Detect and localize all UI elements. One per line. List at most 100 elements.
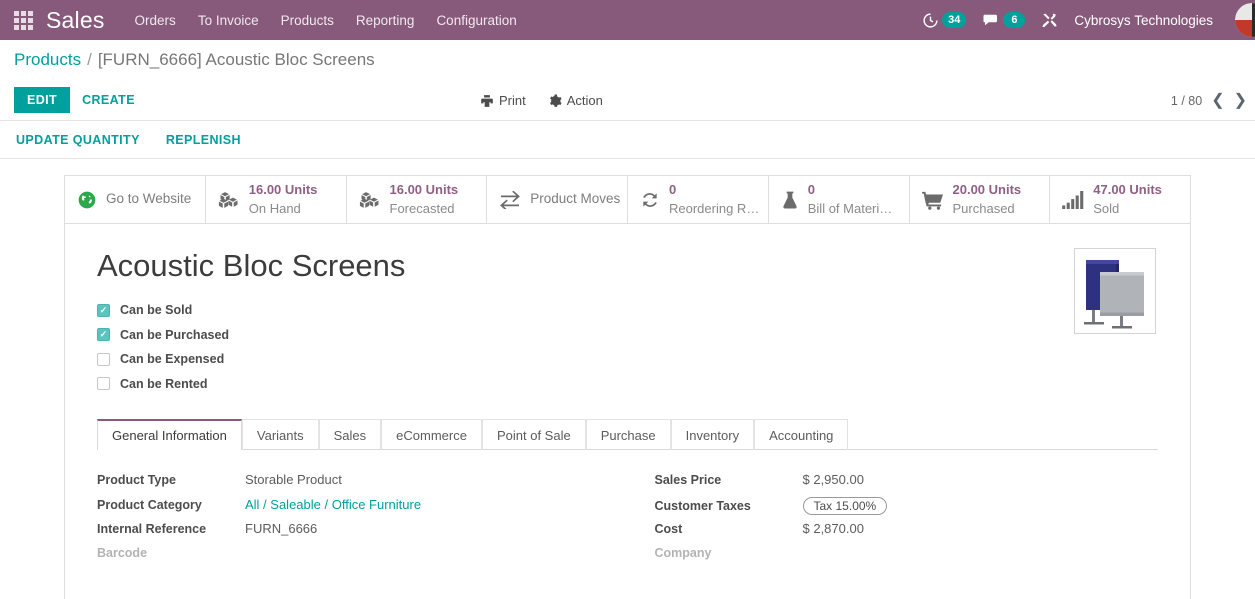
- breadcrumb-current: [FURN_6666] Acoustic Bloc Screens: [97, 49, 375, 69]
- product-flags: Can be Sold Can be Purchased Can be Expe…: [97, 298, 1158, 396]
- activities-menu[interactable]: 34: [922, 12, 967, 29]
- field-label: Internal Reference: [97, 522, 207, 537]
- smart-button-value: 0: [669, 181, 677, 197]
- form-column-left: Product Type Storable Product Product Ca…: [97, 472, 601, 570]
- tab-variants[interactable]: Variants: [241, 419, 319, 450]
- field-value[interactable]: Storable Product: [245, 472, 342, 487]
- can-be-expensed-checkbox[interactable]: [97, 352, 110, 366]
- checkbox-row-can-be-purchased[interactable]: Can be Purchased: [97, 323, 1158, 348]
- tab-ecommerce[interactable]: eCommerce: [381, 419, 482, 450]
- smart-button-label: Go to Website: [106, 191, 192, 207]
- breadcrumb-parent-link[interactable]: Products: [14, 50, 81, 70]
- field-value[interactable]: $ 2,870.00: [803, 521, 864, 536]
- pager-next-button[interactable]: ❯: [1234, 92, 1247, 109]
- top-navbar: Sales Orders To Invoice Products Reporti…: [0, 0, 1255, 40]
- user-avatar[interactable]: [1235, 3, 1255, 37]
- tab-accounting[interactable]: Accounting: [754, 419, 849, 450]
- update-quantity-button[interactable]: UPDATE QUANTITY: [14, 129, 142, 151]
- messages-menu[interactable]: 6: [982, 11, 1026, 29]
- field-value[interactable]: FURN_6666: [245, 521, 317, 536]
- print-menu[interactable]: Print: [480, 93, 526, 108]
- field-label: Product Category: [97, 497, 202, 512]
- pager-previous-button[interactable]: ❮: [1211, 92, 1224, 109]
- printer-icon: [481, 94, 493, 107]
- globe-icon: [77, 190, 97, 210]
- tax-badge[interactable]: Tax 15.00%: [802, 496, 888, 515]
- pager-text: 1 / 80: [1170, 93, 1203, 108]
- field-value-link[interactable]: All / Saleable / Office Furniture: [245, 497, 421, 512]
- smart-button-bill-of-materials[interactable]: 0 Bill of Materi…: [768, 176, 910, 223]
- debug-menu[interactable]: [1041, 12, 1058, 29]
- can-be-rented-checkbox[interactable]: [97, 377, 110, 391]
- field-label: Customer Taxes: [654, 498, 751, 513]
- main-menu: Orders To Invoice Products Reporting Con…: [135, 13, 517, 28]
- checkbox-row-can-be-rented[interactable]: Can be Rented: [97, 372, 1158, 397]
- smart-button-sold[interactable]: 47.00 Units Sold: [1050, 176, 1190, 223]
- breadcrumb: Products / [FURN_6666] Acoustic Bloc Scr…: [0, 40, 1255, 80]
- menu-item-orders[interactable]: Orders: [135, 13, 176, 28]
- field-internal-reference: Internal Reference FURN_6666: [97, 521, 601, 546]
- smart-button-value: 0: [807, 181, 815, 197]
- refresh-icon: [640, 190, 660, 210]
- chat-bubble-icon: [983, 14, 998, 26]
- smart-button-label: Product Moves: [530, 191, 621, 207]
- edit-button[interactable]: EDIT: [14, 87, 71, 113]
- smart-button-label: Bill of Materi…: [807, 200, 893, 216]
- tab-inventory[interactable]: Inventory: [670, 419, 755, 450]
- form-sheet: Go to Website 16.00 Units On Hand 16.00 …: [64, 175, 1191, 599]
- tab-purchase[interactable]: Purchase: [585, 419, 671, 450]
- app-brand-title[interactable]: Sales: [46, 7, 105, 34]
- can-be-purchased-checkbox[interactable]: [97, 328, 110, 342]
- smart-button-on-hand[interactable]: 16.00 Units On Hand: [205, 176, 347, 223]
- action-menu[interactable]: Action: [548, 93, 603, 108]
- checkbox-row-can-be-expensed[interactable]: Can be Expensed: [97, 347, 1158, 372]
- replenish-button[interactable]: REPLENISH: [164, 129, 243, 151]
- can-be-expensed-label: Can be Expensed: [120, 352, 225, 367]
- field-label: Sales Price: [654, 473, 722, 487]
- systray: 34 6 Cybrosys Technologies: [922, 0, 1255, 40]
- field-product-type: Product Type Storable Product: [97, 472, 601, 497]
- menu-item-to-invoice[interactable]: To Invoice: [198, 13, 259, 28]
- gear-icon: [549, 94, 562, 107]
- checkbox-row-can-be-sold[interactable]: Can be Sold: [97, 298, 1158, 323]
- field-barcode: Barcode: [97, 546, 601, 571]
- can-be-sold-checkbox[interactable]: [97, 303, 110, 317]
- create-button[interactable]: CREATE: [70, 87, 147, 113]
- tab-general-information[interactable]: General Information: [97, 419, 242, 450]
- tab-point-of-sale[interactable]: Point of Sale: [481, 419, 586, 450]
- smart-button-product-moves[interactable]: Product Moves: [487, 176, 628, 223]
- notebook-tabs: General Information Variants Sales eComm…: [97, 418, 1158, 450]
- smart-button-value: 47.00 Units: [1093, 181, 1162, 197]
- smart-button-forecasted[interactable]: 16.00 Units Forecasted: [346, 176, 488, 223]
- can-be-purchased-label: Can be Purchased: [120, 327, 230, 342]
- general-information-fields: Product Type Storable Product Product Ca…: [97, 450, 1158, 599]
- smart-button-label: Sold: [1093, 200, 1120, 216]
- exchange-arrows-icon: [499, 190, 521, 209]
- smart-button-purchased[interactable]: 20.00 Units Purchased: [909, 176, 1051, 223]
- smart-button-go-to-website[interactable]: Go to Website: [65, 176, 206, 223]
- control-panel: EDIT CREATE Print Action 1 / 80 ❮ ❯: [0, 80, 1255, 121]
- field-product-category: Product Category All / Saleable / Office…: [97, 497, 601, 522]
- record-action-bar: UPDATE QUANTITY REPLENISH: [0, 121, 1255, 159]
- product-image[interactable]: [1074, 248, 1156, 334]
- apps-grid-icon[interactable]: [0, 0, 46, 40]
- menu-item-configuration[interactable]: Configuration: [436, 13, 516, 28]
- can-be-rented-label: Can be Rented: [120, 376, 208, 391]
- activities-count: 34: [942, 12, 967, 28]
- field-label: Company: [654, 545, 712, 560]
- tab-sales[interactable]: Sales: [318, 419, 382, 450]
- control-panel-actions: Print Action: [480, 80, 603, 121]
- menu-item-reporting[interactable]: Reporting: [356, 13, 415, 28]
- field-label: Product Type: [97, 473, 176, 487]
- breadcrumb-separator: /: [87, 49, 92, 69]
- field-label: Cost: [654, 522, 683, 537]
- smart-button-reordering-rules[interactable]: 0 Reordering R…: [628, 176, 769, 223]
- menu-item-products[interactable]: Products: [281, 13, 334, 28]
- clock-icon: [923, 12, 938, 28]
- user-menu[interactable]: Cybrosys Technologies: [1074, 13, 1213, 28]
- field-label: Barcode: [97, 545, 148, 560]
- field-value[interactable]: $ 2,950.00: [803, 472, 864, 487]
- field-cost: Cost $ 2,870.00: [655, 521, 1159, 546]
- form-sheet-wrapper: Go to Website 16.00 Units On Hand 16.00 …: [0, 159, 1255, 599]
- tools-icon: [1042, 13, 1058, 27]
